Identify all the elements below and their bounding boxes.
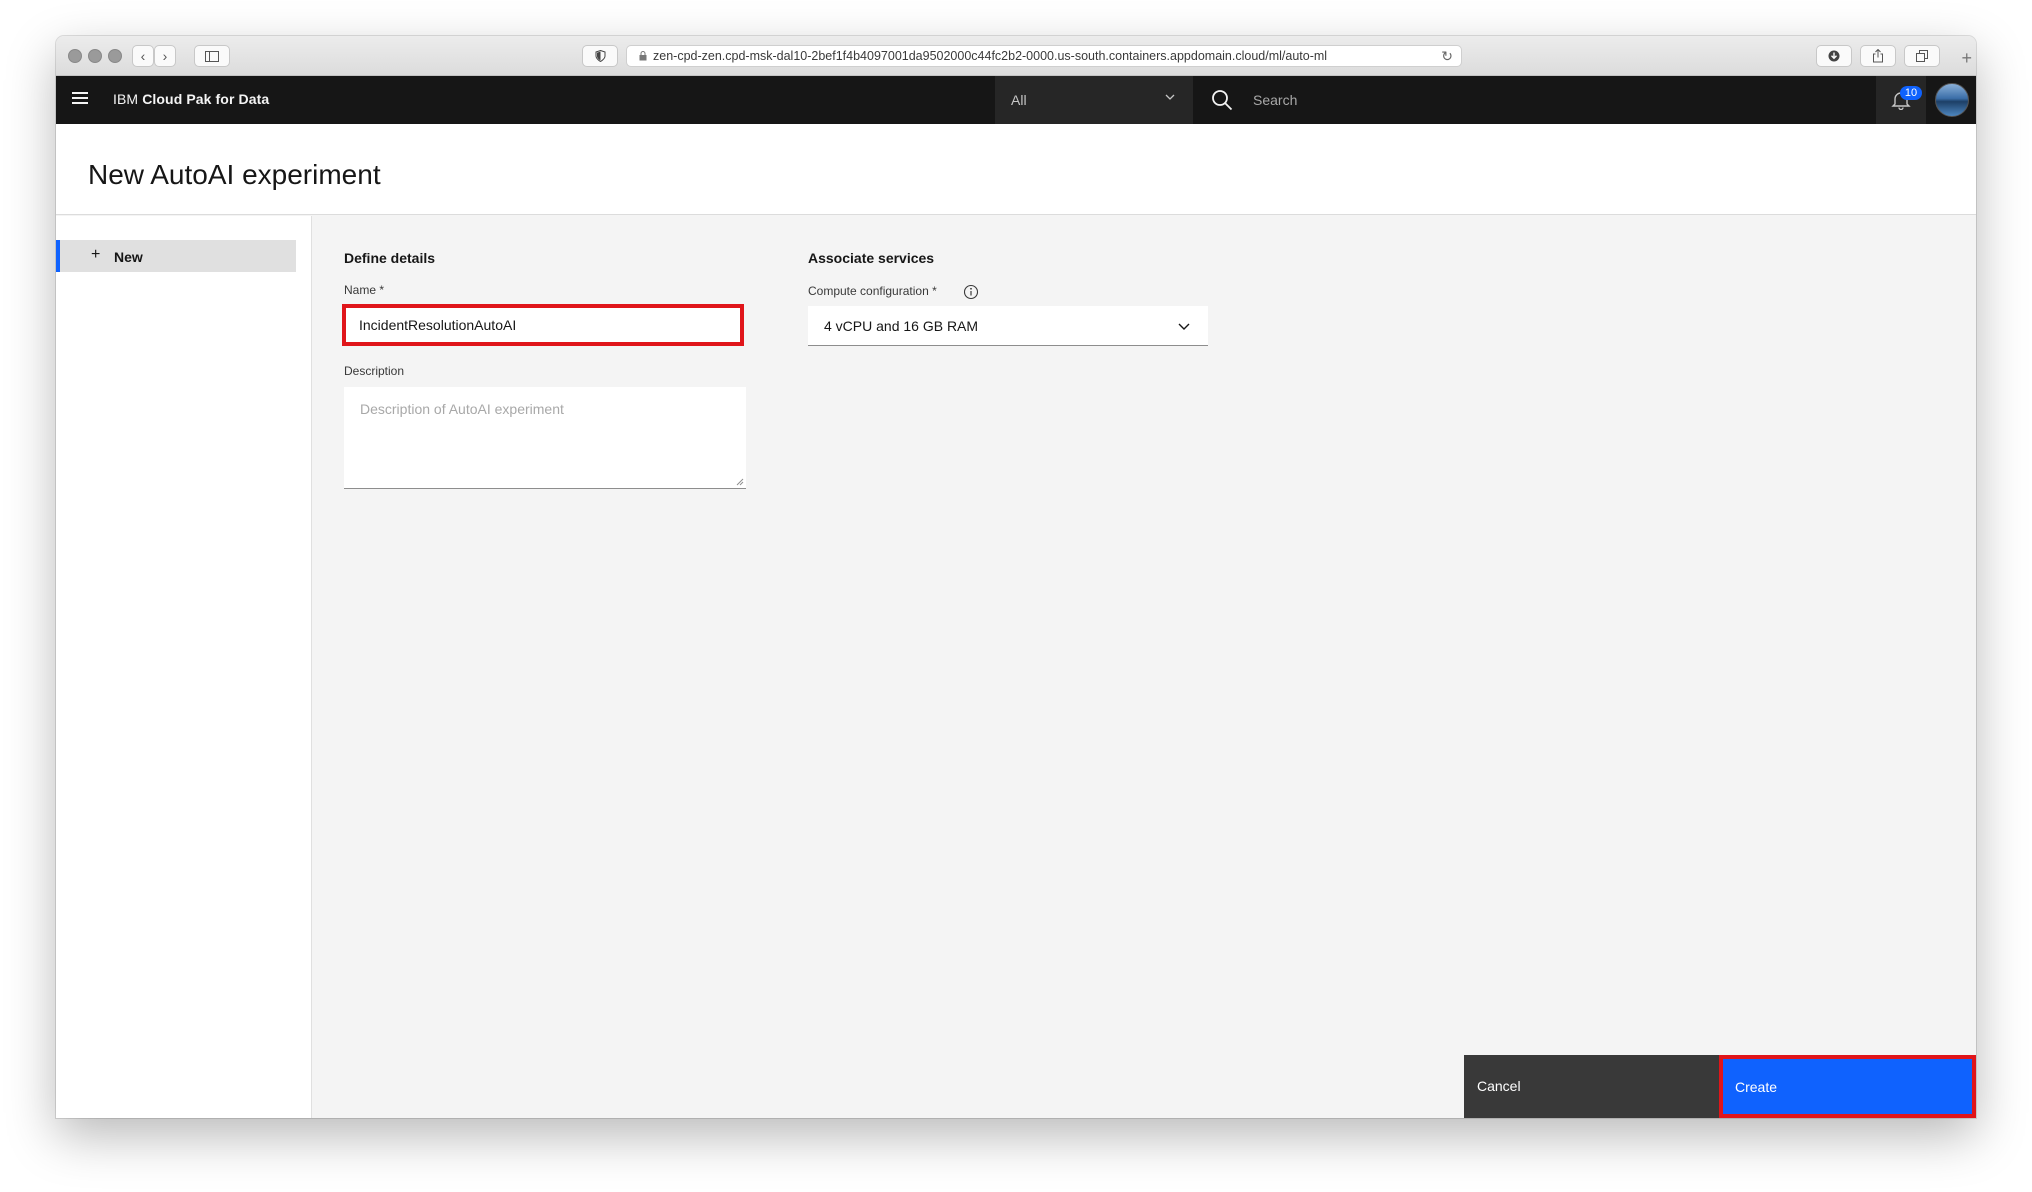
share-icon[interactable]	[1860, 45, 1896, 67]
brand-name[interactable]: IBM Cloud Pak for Data	[113, 91, 269, 107]
description-textarea[interactable]: Description of AutoAI experiment	[344, 387, 746, 489]
nav-item-new[interactable]: + New	[56, 240, 296, 272]
brand-prefix: IBM	[113, 91, 139, 107]
privacy-shield-icon[interactable]	[582, 45, 618, 67]
zoom-window-button[interactable]	[108, 49, 122, 63]
compute-configuration-select[interactable]: 4 vCPU and 16 GB RAM	[808, 306, 1208, 346]
search-scope-dropdown[interactable]: All	[995, 76, 1193, 124]
info-icon[interactable]	[963, 284, 979, 300]
search-scope-value: All	[1011, 92, 1027, 108]
define-details-title: Define details	[344, 250, 436, 266]
forward-icon[interactable]: ›	[154, 45, 176, 67]
search-icon[interactable]	[1211, 89, 1233, 111]
name-input-value: IncidentResolutionAutoAI	[359, 317, 517, 333]
close-window-button[interactable]	[68, 49, 82, 63]
description-placeholder: Description of AutoAI experiment	[360, 401, 564, 417]
user-avatar[interactable]	[1935, 83, 1969, 117]
browser-toolbar: ‹ › zen-cpd-zen.cpd-msk-dal10-2bef1f4b40…	[56, 36, 1976, 76]
page-header: New AutoAI experiment	[56, 124, 1976, 215]
notification-count-badge: 10	[1900, 86, 1922, 100]
sidebar-toggle-icon[interactable]	[194, 45, 230, 67]
brand-product: Cloud Pak for Data	[142, 91, 270, 107]
global-search[interactable]: Search	[1193, 76, 1875, 124]
new-tab-icon[interactable]: +	[1961, 48, 1972, 69]
browser-window: ‹ › zen-cpd-zen.cpd-msk-dal10-2bef1f4b40…	[56, 36, 1976, 1118]
left-navigation: + New	[56, 216, 312, 1118]
name-label: Name *	[344, 283, 385, 297]
associate-services-title: Associate services	[808, 250, 935, 266]
app-header: IBM Cloud Pak for Data All Search 10	[56, 76, 1976, 124]
compute-configuration-value: 4 vCPU and 16 GB RAM	[824, 317, 979, 334]
notifications-button[interactable]: 10	[1876, 76, 1926, 124]
search-input[interactable]: Search	[1253, 92, 1297, 108]
address-bar[interactable]: zen-cpd-zen.cpd-msk-dal10-2bef1f4b409700…	[626, 45, 1462, 67]
compute-configuration-label: Compute configuration *	[808, 284, 937, 298]
create-button[interactable]: Create	[1719, 1055, 1976, 1118]
cancel-button[interactable]: Cancel	[1464, 1055, 1720, 1118]
chevron-down-icon	[1165, 94, 1175, 100]
description-label: Description	[344, 364, 405, 378]
plus-icon: +	[91, 246, 101, 263]
resize-grip-icon[interactable]	[736, 478, 744, 486]
nav-item-label: New	[114, 249, 143, 265]
back-icon[interactable]: ‹	[132, 45, 154, 67]
url-text: zen-cpd-zen.cpd-msk-dal10-2bef1f4b409700…	[653, 49, 1328, 63]
chevron-down-icon	[1178, 323, 1190, 330]
tabs-overview-icon[interactable]	[1904, 45, 1940, 67]
page-title: New AutoAI experiment	[88, 159, 381, 190]
name-input[interactable]: IncidentResolutionAutoAI	[342, 304, 744, 346]
reload-icon[interactable]: ↻	[1441, 48, 1453, 65]
lock-icon	[639, 51, 647, 61]
hamburger-menu-icon[interactable]	[72, 92, 88, 106]
downloads-icon[interactable]	[1816, 45, 1852, 67]
minimize-window-button[interactable]	[88, 49, 102, 63]
